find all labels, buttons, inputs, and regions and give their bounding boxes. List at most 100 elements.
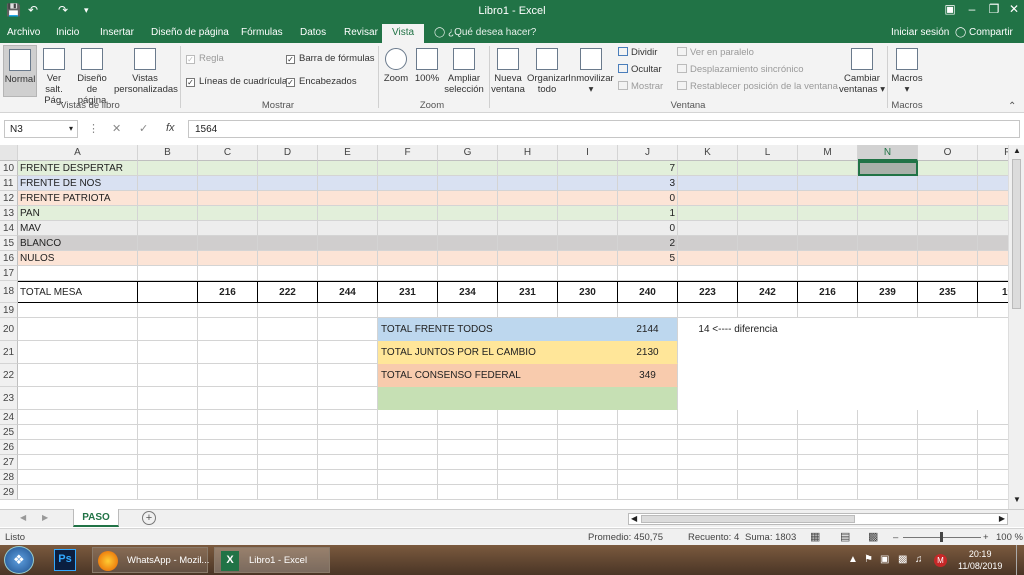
cell[interactable] — [318, 236, 378, 251]
cell[interactable] — [798, 206, 858, 221]
cell[interactable] — [678, 221, 738, 236]
cell[interactable] — [678, 176, 738, 191]
page-break-icon[interactable]: ▩ — [868, 530, 878, 543]
cell[interactable] — [378, 221, 438, 236]
cell[interactable] — [558, 485, 618, 500]
cell[interactable] — [858, 191, 918, 206]
cell[interactable] — [18, 425, 138, 440]
total-value-cell[interactable]: 222 — [258, 282, 318, 303]
tab-archivo[interactable]: Archivo — [7, 27, 40, 38]
cell[interactable] — [738, 425, 798, 440]
total-value-cell[interactable]: 234 — [438, 282, 498, 303]
cell[interactable] — [618, 470, 678, 485]
row-header[interactable]: 19 — [0, 303, 18, 318]
cell[interactable] — [138, 161, 198, 176]
row-header[interactable]: 18 — [0, 281, 18, 303]
cell[interactable] — [378, 425, 438, 440]
column-header-n[interactable]: N — [858, 145, 918, 161]
volume-icon[interactable]: ♫ — [915, 554, 923, 565]
cell[interactable] — [738, 191, 798, 206]
party-name-cell[interactable]: FRENTE DE NOS — [18, 176, 138, 191]
cell[interactable] — [558, 303, 618, 318]
cell[interactable] — [138, 251, 198, 266]
cell[interactable] — [378, 303, 438, 318]
cell[interactable] — [678, 191, 738, 206]
cell[interactable] — [798, 191, 858, 206]
cell[interactable] — [498, 425, 558, 440]
cell[interactable] — [618, 303, 678, 318]
cell[interactable] — [318, 470, 378, 485]
cell[interactable] — [18, 318, 138, 341]
column-header-e[interactable]: E — [318, 145, 378, 161]
row-header[interactable]: 10 — [0, 161, 18, 176]
cell[interactable] — [198, 485, 258, 500]
cell[interactable] — [198, 410, 258, 425]
cell[interactable] — [138, 440, 198, 455]
cell[interactable] — [258, 303, 318, 318]
cell[interactable] — [18, 387, 138, 410]
cell[interactable] — [918, 206, 978, 221]
cell[interactable] — [438, 176, 498, 191]
cell[interactable] — [378, 251, 438, 266]
cell[interactable] — [558, 206, 618, 221]
cell[interactable] — [498, 206, 558, 221]
column-header-k[interactable]: K — [678, 145, 738, 161]
summary-label-cell[interactable]: TOTAL JUNTOS POR EL CAMBIO — [378, 341, 618, 364]
cell[interactable] — [798, 387, 858, 410]
cell[interactable] — [438, 410, 498, 425]
cell[interactable] — [258, 266, 318, 281]
split-button[interactable]: Dividir — [618, 47, 657, 58]
photoshop-icon[interactable]: Ps — [54, 549, 76, 571]
row-header[interactable]: 27 — [0, 455, 18, 470]
cell[interactable] — [138, 303, 198, 318]
tab-inicio[interactable]: Inicio — [56, 27, 79, 38]
column-header-d[interactable]: D — [258, 145, 318, 161]
column-header-i[interactable]: I — [558, 145, 618, 161]
cell[interactable] — [678, 364, 738, 387]
difference-note[interactable]: 14 <---- diferencia — [678, 318, 798, 341]
vote-cell[interactable]: 1 — [618, 206, 678, 221]
ribbon-display-icon[interactable]: ▣ — [940, 2, 960, 16]
cell[interactable] — [258, 176, 318, 191]
cell[interactable] — [918, 266, 978, 281]
cell[interactable] — [198, 303, 258, 318]
summary-label-cell[interactable] — [378, 387, 618, 410]
cell[interactable] — [258, 236, 318, 251]
cell[interactable] — [438, 470, 498, 485]
show-desktop-button[interactable] — [1016, 545, 1024, 575]
cell[interactable] — [918, 303, 978, 318]
cell[interactable] — [618, 425, 678, 440]
cell[interactable] — [258, 221, 318, 236]
cell[interactable] — [18, 303, 138, 318]
cell[interactable] — [858, 470, 918, 485]
cell[interactable] — [258, 341, 318, 364]
select-all-corner[interactable] — [0, 145, 18, 161]
total-label-cell[interactable]: TOTAL MESA — [18, 282, 138, 303]
cell[interactable] — [18, 410, 138, 425]
cell[interactable] — [498, 221, 558, 236]
cell[interactable] — [798, 470, 858, 485]
cell[interactable] — [738, 251, 798, 266]
cell[interactable] — [438, 266, 498, 281]
row-header[interactable]: 17 — [0, 266, 18, 281]
cell[interactable] — [558, 455, 618, 470]
cell[interactable] — [318, 387, 378, 410]
cell[interactable] — [198, 364, 258, 387]
start-button[interactable]: ❖ — [4, 546, 34, 574]
total-value-cell[interactable]: 240 — [618, 282, 678, 303]
cell[interactable] — [738, 221, 798, 236]
cell[interactable] — [138, 455, 198, 470]
zoom-selection-button[interactable]: Ampliar selección — [444, 48, 484, 95]
row-header[interactable]: 26 — [0, 440, 18, 455]
cell[interactable] — [318, 303, 378, 318]
cell[interactable] — [858, 387, 918, 410]
vote-cell[interactable]: 0 — [618, 221, 678, 236]
prev-sheet-icon[interactable]: ◀ — [20, 513, 26, 522]
total-value-cell[interactable]: 242 — [738, 282, 798, 303]
cell[interactable] — [318, 161, 378, 176]
cell[interactable] — [258, 410, 318, 425]
scroll-down-icon[interactable]: ▼ — [1013, 495, 1021, 504]
cell[interactable] — [138, 341, 198, 364]
cell[interactable] — [258, 206, 318, 221]
cell[interactable] — [558, 266, 618, 281]
